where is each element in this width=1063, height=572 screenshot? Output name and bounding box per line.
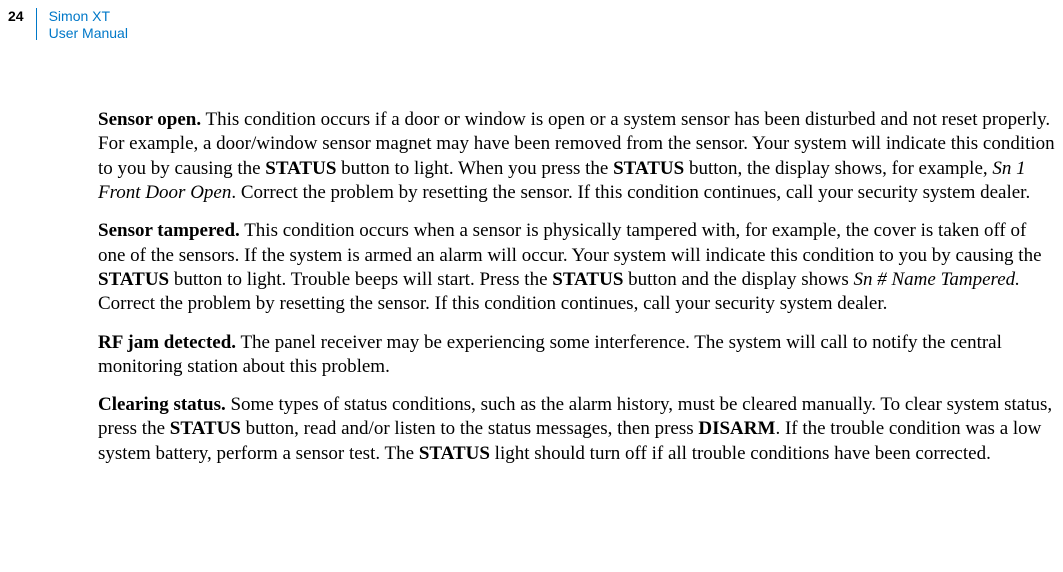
text: light should turn off if all trouble con… (490, 443, 991, 464)
paragraph-clearing-status: Clearing status. Some types of status co… (98, 393, 1055, 466)
heading-sensor-tampered: Sensor tampered. (98, 220, 240, 241)
status-label: STATUS (98, 269, 169, 290)
paragraph-sensor-tampered: Sensor tampered. This condition occurs w… (98, 219, 1055, 316)
text: button to light. When you press the (336, 158, 613, 179)
header-title-line2: User Manual (49, 25, 128, 41)
text: . Correct the problem by resetting the s… (231, 182, 1030, 203)
page-number: 24 (0, 8, 36, 24)
heading-sensor-open: Sensor open. (98, 109, 201, 130)
status-label: STATUS (419, 443, 490, 464)
text: button to light. Trouble beeps will star… (169, 269, 552, 290)
text: button, read and/or listen to the status… (241, 418, 699, 439)
page-header: 24 Simon XT User Manual (0, 8, 128, 42)
text: button, the display shows, for example, (684, 158, 992, 179)
heading-clearing-status: Clearing status. (98, 394, 226, 415)
paragraph-rf-jam: RF jam detected. The panel receiver may … (98, 331, 1055, 380)
status-label: STATUS (265, 158, 336, 179)
display-example: Sn # Name Tampered. (854, 269, 1020, 290)
text: This condition occurs when a sensor is p… (98, 220, 1042, 265)
status-label: STATUS (170, 418, 241, 439)
header-title: Simon XT User Manual (37, 8, 128, 42)
paragraph-sensor-open: Sensor open. This condition occurs if a … (98, 108, 1055, 205)
text: button and the display shows (623, 269, 853, 290)
text: Correct the problem by resetting the sen… (98, 293, 887, 314)
status-label: STATUS (552, 269, 623, 290)
disarm-label: DISARM (698, 418, 775, 439)
body-content: Sensor open. This condition occurs if a … (98, 108, 1055, 480)
heading-rf-jam: RF jam detected. (98, 332, 236, 353)
status-label: STATUS (613, 158, 684, 179)
header-title-line1: Simon XT (49, 8, 110, 24)
